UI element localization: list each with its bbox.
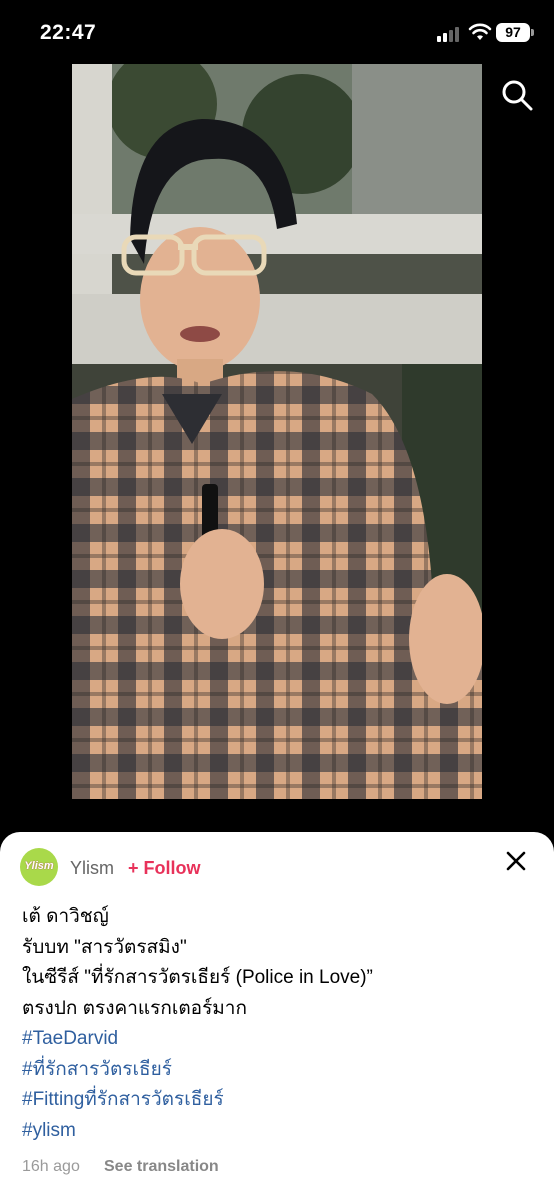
- caption-line: ในซีรีส์ "ที่รักสารวัตรเธียร์ (Police in…: [22, 967, 373, 988]
- avatar-logo-text: Ylism: [24, 860, 54, 872]
- post-caption: เต้ ดาวิชญ์ รับบท "สารวัตรสมิง" ในซีรีส์…: [22, 902, 532, 1146]
- battery-tip: [531, 29, 534, 36]
- post-sheet: Ylism Ylism + Follow เต้ ดาวิชญ์ รับบท "…: [0, 832, 554, 1200]
- video-frame-illustration: [72, 64, 482, 799]
- close-icon[interactable]: [505, 850, 527, 872]
- caption-line: รับบท "สารวัตรสมิง": [22, 936, 187, 958]
- wifi-icon: [468, 23, 492, 40]
- hashtag-link[interactable]: #Fittingที่รักสารวัตรเธียร์: [22, 1085, 532, 1116]
- caption-line: ตรงปก ตรงคาแรกเตอร์มาก: [22, 997, 247, 1019]
- hashtag-link[interactable]: #TaeDarvid: [22, 1024, 532, 1055]
- status-time: 22:47: [40, 21, 97, 44]
- signal-icon: [437, 26, 463, 42]
- search-icon[interactable]: [500, 78, 534, 112]
- see-translation-link[interactable]: See translation: [104, 1158, 219, 1176]
- battery-indicator: 97: [496, 23, 530, 42]
- status-bar: 22:47 97: [0, 0, 554, 64]
- avatar[interactable]: Ylism: [20, 848, 58, 886]
- hashtag-link[interactable]: #ที่รักสารวัตรเธียร์: [22, 1055, 532, 1086]
- hashtag-link[interactable]: #ylism: [22, 1116, 532, 1147]
- follow-button[interactable]: + Follow: [128, 858, 201, 879]
- caption-line: เต้ ดาวิชญ์: [22, 906, 109, 927]
- author-name[interactable]: Ylism: [70, 858, 114, 879]
- video-player[interactable]: [72, 64, 482, 799]
- post-timestamp: 16h ago: [22, 1158, 80, 1175]
